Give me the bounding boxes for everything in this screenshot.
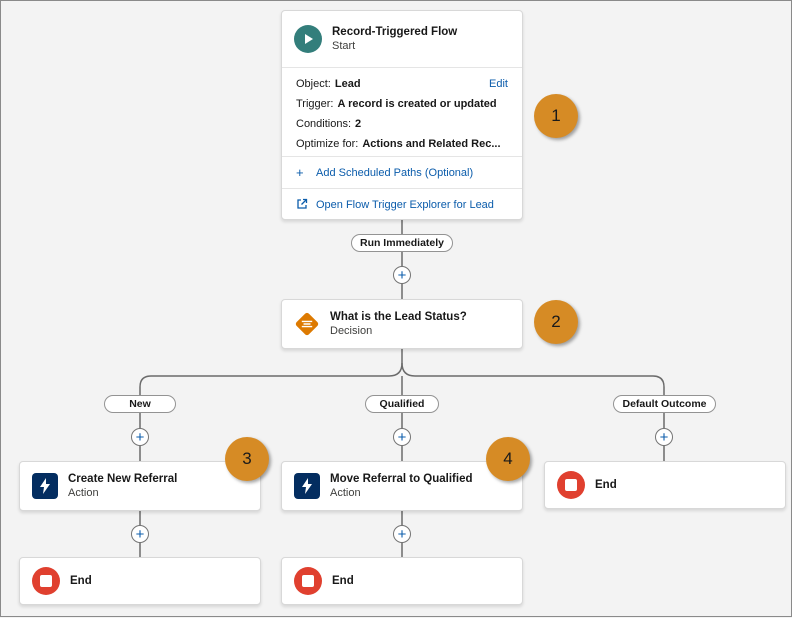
stop-icon [557,471,585,499]
end-card-default[interactable]: End [544,461,786,509]
add-element-button[interactable]: + [655,428,673,446]
optimize-row: Optimize for: Actions and Related Rec... [282,134,522,154]
trigger-value: A record is created or updated [337,98,497,110]
open-trigger-explorer-label: Open Flow Trigger Explorer for Lead [316,199,494,211]
lightning-bolt-icon [294,473,320,499]
open-trigger-explorer-link[interactable]: Open Flow Trigger Explorer for Lead [282,188,522,221]
outcome-qualified[interactable]: Qualified [365,395,439,413]
object-row: Object: Lead Edit [282,74,522,94]
end-card-new[interactable]: End [19,557,261,605]
action-header: Create New Referral Action [20,462,260,510]
action-card-create-new-referral[interactable]: Create New Referral Action [19,461,261,511]
action-title: Create New Referral [68,473,178,485]
decision-title: What is the Lead Status? [330,311,467,323]
object-value: Lead [334,78,361,90]
play-icon [294,25,322,53]
start-title: Record-Triggered Flow [332,26,458,38]
conditions-row: Conditions: 2 [282,114,522,134]
add-element-button[interactable]: + [393,428,411,446]
plus-icon: + [296,165,304,180]
outcome-new[interactable]: New [104,395,176,413]
start-header: Record-Triggered Flow Start [282,11,522,67]
flow-canvas: Record-Triggered Flow Start Object: Lead… [0,0,792,617]
add-scheduled-paths-link[interactable]: + Add Scheduled Paths (Optional) [282,156,522,188]
outcome-default[interactable]: Default Outcome [613,395,716,413]
callout-badge-2: 2 [534,300,578,344]
end-title: End [595,479,617,491]
object-label: Object: [296,78,331,90]
stop-icon [32,567,60,595]
action-subtitle: Action [68,487,99,499]
decision-icon [294,311,320,337]
action-header: Move Referral to Qualified Action [282,462,522,510]
conditions-label: Conditions: [296,118,352,130]
action-title: Move Referral to Qualified [330,473,473,485]
end-title: End [332,575,354,587]
start-subtitle: Start [332,40,356,52]
decision-card[interactable]: What is the Lead Status? Decision [281,299,523,349]
trigger-row: Trigger: A record is created or updated [282,94,522,114]
add-element-button[interactable]: + [393,266,411,284]
optimize-value: Actions and Related Rec... [362,138,501,150]
end-header: End [545,462,785,508]
decision-header: What is the Lead Status? Decision [282,300,522,348]
add-scheduled-paths-label: Add Scheduled Paths (Optional) [316,166,474,179]
end-header: End [282,558,522,604]
action-card-move-referral[interactable]: Move Referral to Qualified Action [281,461,523,511]
conditions-value: 2 [355,118,362,130]
edit-link[interactable]: Edit [489,78,508,90]
end-card-qualified[interactable]: End [281,557,523,605]
callout-badge-3: 3 [225,437,269,481]
add-element-button[interactable]: + [131,428,149,446]
optimize-label: Optimize for: [296,138,359,150]
trigger-label: Trigger: [296,98,334,110]
run-immediately-label: Run Immediately [351,234,453,252]
lightning-bolt-icon [32,473,58,499]
callout-badge-4: 4 [486,437,530,481]
decision-subtitle: Decision [330,325,373,337]
add-element-button[interactable]: + [393,525,411,543]
add-element-button[interactable]: + [131,525,149,543]
stop-icon [294,567,322,595]
external-link-icon [296,198,310,213]
start-card[interactable]: Record-Triggered Flow Start Object: Lead… [281,10,523,220]
end-title: End [70,575,92,587]
action-subtitle: Action [330,487,361,499]
start-details: Object: Lead Edit Trigger: A record is c… [282,67,522,150]
callout-badge-1: 1 [534,94,578,138]
end-header: End [20,558,260,604]
